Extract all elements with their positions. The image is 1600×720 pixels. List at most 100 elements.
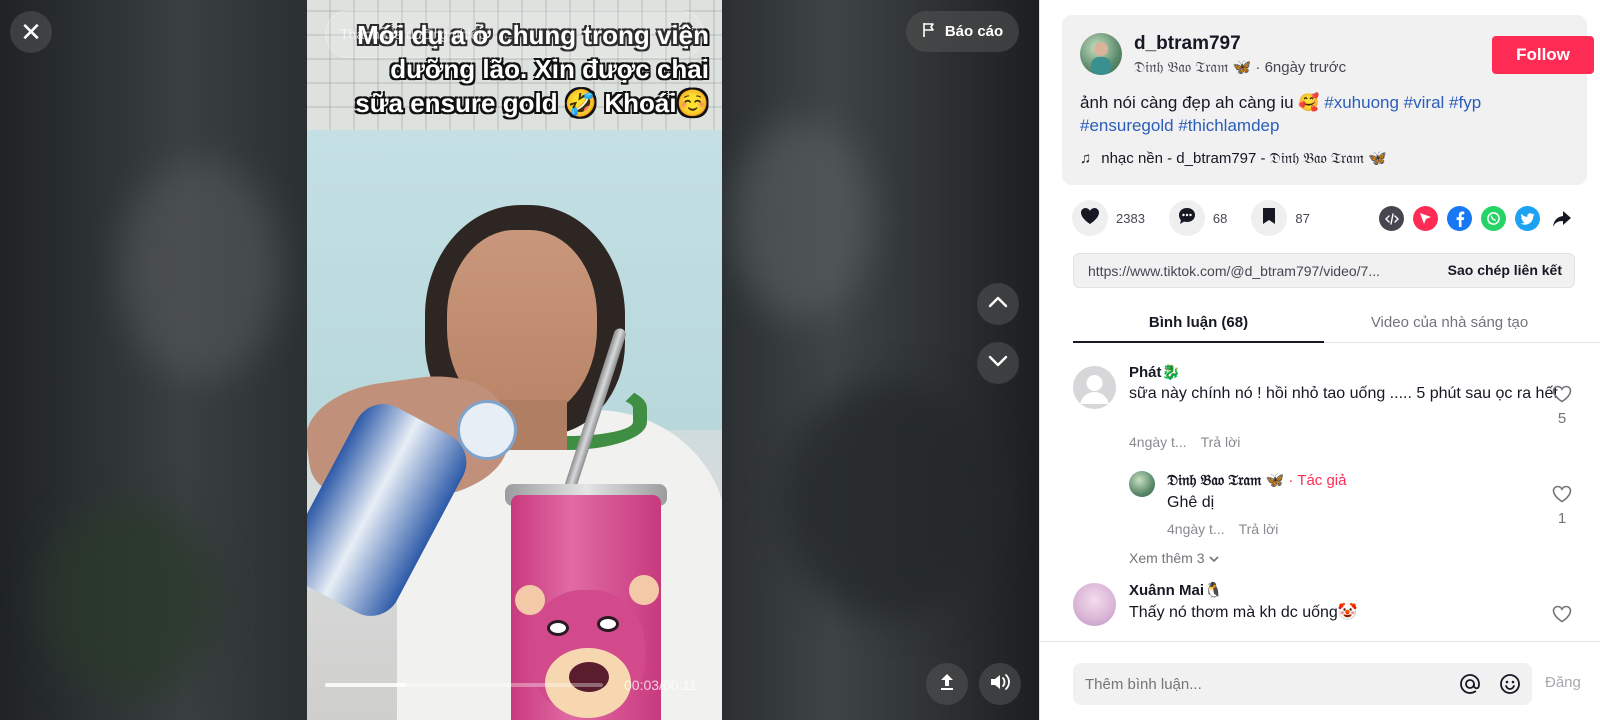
music-link[interactable]: ♫ nhạc nền - d_btram797 - 𝔇𝔦𝔫𝔥 𝔅𝔞𝔬 𝔗𝔯𝔞𝔪 … xyxy=(1080,149,1387,168)
commenter-name[interactable]: Phát🐉 xyxy=(1129,363,1180,381)
video-bear-eye xyxy=(547,620,569,636)
comment-date: 4ngày t... xyxy=(1129,434,1187,450)
author-avatar[interactable] xyxy=(1080,33,1122,75)
comment-button[interactable] xyxy=(1168,200,1205,236)
like-button[interactable] xyxy=(1072,200,1108,236)
reply-date: 4ngày t... xyxy=(1167,521,1225,537)
chevron-down-icon xyxy=(988,354,1008,372)
heart-outline-icon xyxy=(1552,605,1572,627)
close-icon: ✕ xyxy=(20,17,42,47)
comment-stat: 68 xyxy=(1168,200,1228,236)
heart-outline-icon xyxy=(1552,485,1572,507)
reply-like-count: 1 xyxy=(1557,510,1567,527)
hashtag-link[interactable]: #fyp xyxy=(1449,93,1481,112)
comment-like-button[interactable]: 5 xyxy=(1550,385,1574,427)
comment-bar: Đăng xyxy=(1040,641,1600,720)
music-note-icon: ♫ xyxy=(1080,149,1092,167)
replier-name[interactable]: 𝔇𝔦𝔫𝔥 𝔅𝔞𝔬 𝔗𝔯𝔞𝔪 🦋 xyxy=(1167,472,1284,489)
author-badge: · Tác giả xyxy=(1288,472,1347,489)
save-count: 87 xyxy=(1295,210,1310,226)
comment-like-count: 5 xyxy=(1557,410,1567,427)
report-button[interactable]: Báo cáo xyxy=(906,11,1019,52)
autoscroll-button[interactable] xyxy=(926,663,968,705)
post-description: ảnh nói càng đẹp ah càng iu 🥰 #xuhuong #… xyxy=(1080,91,1560,137)
comment-icon xyxy=(1177,206,1197,231)
view-more-replies[interactable]: Xem thêm 3 xyxy=(1129,550,1220,566)
autoscroll-icon xyxy=(937,672,957,697)
side-panel: d_btram797 𝔇𝔦𝔫𝔥 𝔅𝔞𝔬 𝔗𝔯𝔞𝔪 🦋 · 6ngày trước… xyxy=(1039,0,1600,720)
flag-icon xyxy=(922,22,937,42)
heart-outline-icon xyxy=(1552,385,1572,407)
close-button[interactable]: ✕ xyxy=(10,11,52,53)
meta-separator: · xyxy=(1255,59,1265,76)
embed-icon[interactable] xyxy=(1379,206,1404,231)
video-bear-ear xyxy=(629,575,659,605)
video-bottle-cap xyxy=(457,400,517,460)
send-icon[interactable] xyxy=(1413,206,1438,231)
video-player[interactable]: Mới dụ a ở chung trong viện dưỡng lão. X… xyxy=(307,0,722,720)
comment-text: Thấy nó thơm mà kh dc uống🤡 xyxy=(1129,604,1358,621)
author-meta: 𝔇𝔦𝔫𝔥 𝔅𝔞𝔬 𝔗𝔯𝔞𝔪 🦋 · 6ngày trước xyxy=(1134,58,1346,76)
replier-name-line: 𝔇𝔦𝔫𝔥 𝔅𝔞𝔬 𝔗𝔯𝔞𝔪 🦋 · Tác giả xyxy=(1167,471,1346,489)
like-stat: 2383 xyxy=(1072,200,1145,236)
follow-button[interactable]: Follow xyxy=(1492,36,1594,74)
description-card: d_btram797 𝔇𝔦𝔫𝔥 𝔅𝔞𝔬 𝔗𝔯𝔞𝔪 🦋 · 6ngày trước… xyxy=(1062,15,1594,185)
author-username[interactable]: d_btram797 xyxy=(1134,33,1241,55)
comments-list[interactable]: Phát🐉 sữa này chính nó ! hồi nhỏ tao uốn… xyxy=(1040,343,1600,641)
post-comment-button[interactable]: Đăng xyxy=(1545,674,1581,691)
hashtag-link[interactable]: #ensuregold xyxy=(1080,116,1174,135)
bookmark-icon xyxy=(1262,207,1276,230)
reply-meta: 4ngày t... Trả lời xyxy=(1167,521,1278,537)
twitter-icon[interactable] xyxy=(1515,206,1540,231)
hashtag-link[interactable]: #viral xyxy=(1404,93,1445,112)
post-date: 6ngày trước xyxy=(1264,59,1347,76)
hashtag-link[interactable]: #xuhuong xyxy=(1324,93,1399,112)
reply-like-button[interactable]: 1 xyxy=(1550,485,1574,527)
commenter-avatar[interactable] xyxy=(1073,366,1116,409)
author-nickname[interactable]: 𝔇𝔦𝔫𝔥 𝔅𝔞𝔬 𝔗𝔯𝔞𝔪 🦋 xyxy=(1134,59,1251,76)
save-button[interactable] xyxy=(1251,200,1288,236)
video-time: 00:03/00:11 xyxy=(624,677,697,693)
view-more-label: Xem thêm 3 xyxy=(1129,550,1205,566)
panel-tabs: Bình luận (68) Video của nhà sáng tạo xyxy=(1073,305,1600,343)
commenter-avatar[interactable] xyxy=(1073,583,1116,626)
prev-video-button[interactable] xyxy=(977,283,1019,325)
volume-icon xyxy=(989,672,1011,697)
video-bear-mouth xyxy=(569,662,609,692)
like-count: 2383 xyxy=(1116,210,1145,226)
mention-icon[interactable] xyxy=(1458,672,1482,696)
chevron-up-icon xyxy=(988,295,1008,313)
music-label: nhạc nền - d_btram797 - 𝔇𝔦𝔫𝔥 𝔅𝔞𝔬 𝔗𝔯𝔞𝔪 🦋 xyxy=(1101,150,1387,167)
comment-like-button[interactable] xyxy=(1550,605,1574,628)
facebook-icon[interactable] xyxy=(1447,206,1472,231)
video-progress-fill xyxy=(325,683,406,687)
video-url: https://www.tiktok.com/@d_btram797/video… xyxy=(1088,263,1381,279)
whatsapp-icon[interactable] xyxy=(1481,206,1506,231)
video-bear-eye xyxy=(597,616,619,632)
comment-meta: 4ngày t... Trả lời xyxy=(1129,434,1240,450)
blur-background-left xyxy=(0,0,307,720)
commenter-name[interactable]: Xuânn Mai🐧 xyxy=(1129,581,1223,599)
video-caption-line: sữa ensure gold 🤣 Khoái☺️ xyxy=(355,88,709,118)
reply-button[interactable]: Trả lời xyxy=(1239,521,1279,537)
video-progress-bar[interactable] xyxy=(325,683,603,687)
video-area: Mới dụ a ở chung trong viện dưỡng lão. X… xyxy=(0,0,1039,720)
next-video-button[interactable] xyxy=(977,342,1019,384)
volume-button[interactable] xyxy=(979,663,1021,705)
emoji-icon[interactable] xyxy=(1498,672,1522,696)
comment-count: 68 xyxy=(1212,210,1228,226)
comment-text: sữa này chính nó ! hồi nhỏ tao uống ....… xyxy=(1129,385,1558,402)
stats-row: 2383 68 87 xyxy=(1072,200,1334,236)
reply-button[interactable]: Trả lời xyxy=(1201,434,1241,450)
share-arrow-icon[interactable] xyxy=(1549,206,1574,231)
report-label: Báo cáo xyxy=(944,23,1004,40)
tab-creator-videos[interactable]: Video của nhà sáng tạo xyxy=(1324,314,1575,331)
tab-comments[interactable]: Bình luận (68) xyxy=(1073,314,1324,343)
heart-icon xyxy=(1080,207,1100,230)
replier-avatar[interactable] xyxy=(1129,471,1155,497)
video-overlay-text: Thành gia dưỡng nhiệp xyxy=(340,26,487,42)
copy-link-box: https://www.tiktok.com/@d_btram797/video… xyxy=(1073,253,1575,288)
hashtag-link[interactable]: #thichlamdep xyxy=(1178,116,1279,135)
copy-link-button[interactable]: Sao chép liên kết xyxy=(1448,262,1562,278)
reply-text: Ghê dị xyxy=(1167,494,1215,511)
